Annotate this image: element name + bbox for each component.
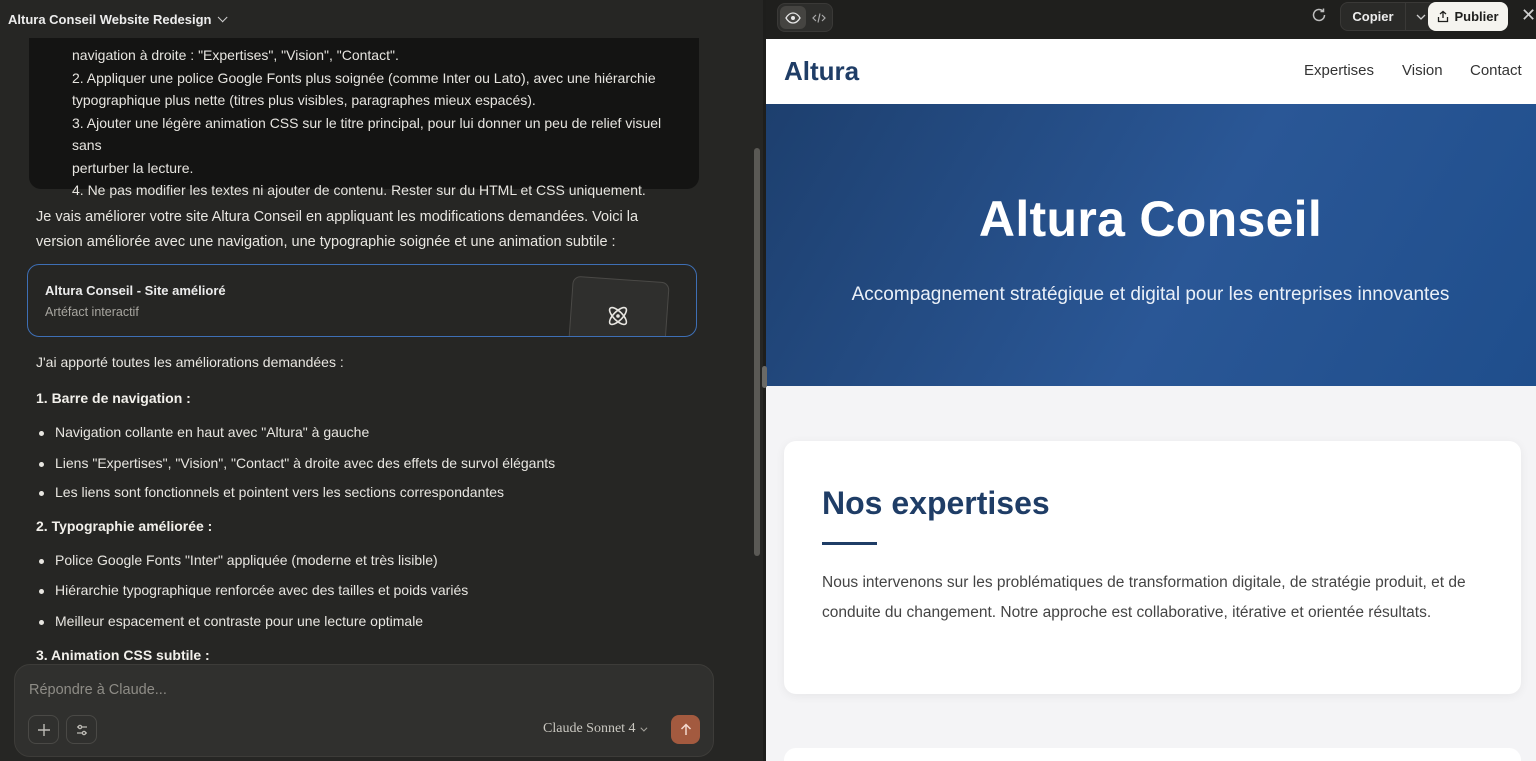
publish-button[interactable]: Publier — [1428, 2, 1508, 31]
list-item: Les liens sont fonctionnels et pointent … — [36, 484, 504, 500]
artifact-preview: Altura Expertises Vision Contact Altura … — [765, 0, 1536, 761]
chat-panel: navigation à droite : "Expertises", "Vis… — [0, 0, 765, 761]
close-icon[interactable]: ✕ — [1521, 6, 1536, 24]
nav-link-contact[interactable]: Contact — [1470, 62, 1522, 79]
site-navbar: Altura Expertises Vision Contact — [765, 39, 1536, 104]
artifact-title: Altura Conseil - Site amélioré — [45, 283, 226, 298]
send-button[interactable] — [671, 715, 700, 744]
code-icon — [812, 12, 826, 23]
user-message-line: perturber la lecture. — [72, 159, 194, 176]
user-message-line: typographique plus nette (titres plus vi… — [72, 92, 536, 108]
artifact-subtitle: Artéfact interactif — [45, 305, 139, 319]
reply-intro: J'ai apporté toutes les améliorations de… — [36, 354, 344, 370]
chevron-down-icon[interactable] — [218, 11, 229, 22]
list-item: Liens "Expertises", "Vision", "Contact" … — [36, 455, 555, 471]
nav-link-expertises[interactable]: Expertises — [1304, 62, 1374, 79]
user-message-line: 4. Ne pas modifier les textes ni ajouter… — [72, 182, 646, 198]
add-button[interactable] — [28, 715, 59, 744]
user-message-line: 2. Appliquer une police Google Fonts plu… — [72, 69, 656, 86]
atom-icon — [608, 306, 628, 326]
reply-heading-navigation: 1. Barre de navigation : — [36, 390, 191, 406]
section-text: Nous intervenons sur les problématiques … — [822, 574, 1466, 621]
hero-section: Altura Conseil Accompagnement stratégiqu… — [765, 104, 1536, 386]
user-message-line: navigation à droite : "Expertises", "Vis… — [72, 47, 399, 63]
arrow-up-icon — [680, 723, 691, 735]
sliders-icon — [76, 724, 87, 735]
list-item: Hiérarchie typographique renforcée avec … — [36, 582, 468, 598]
view-toggle — [777, 3, 833, 32]
reply-input[interactable] — [29, 679, 629, 701]
hero-subtitle: Accompagnement stratégique et digital po… — [851, 284, 1450, 305]
list-item: Police Google Fonts "Inter" appliquée (m… — [36, 552, 438, 568]
section-title: Nos expertises — [822, 485, 1050, 521]
copy-group: Copier — [1340, 2, 1436, 31]
refresh-icon[interactable] — [1310, 6, 1328, 24]
user-message-line: 3. Ajouter une légère animation CSS sur … — [72, 114, 662, 154]
model-name: Claude Sonnet 4 — [543, 721, 636, 736]
list-item: Navigation collante en haut avec "Altura… — [36, 424, 369, 440]
hero-title: Altura Conseil — [978, 191, 1323, 247]
assistant-intro-text: Je vais améliorer votre site Altura Cons… — [36, 209, 639, 250]
preview-tab[interactable] — [780, 6, 806, 29]
publish-label: Publier — [1454, 9, 1499, 24]
tools-button[interactable] — [66, 715, 97, 744]
share-icon — [1438, 10, 1449, 23]
message-composer: Claude Sonnet 4 — [14, 664, 714, 757]
title-underline — [822, 542, 877, 545]
next-section-card — [784, 748, 1521, 761]
conversation-title[interactable]: Altura Conseil Website Redesign — [8, 12, 211, 27]
list-item: Meilleur espacement et contraste pour un… — [36, 613, 423, 629]
site-logo[interactable]: Altura — [784, 56, 859, 87]
chevron-down-icon — [639, 724, 647, 732]
conversation-header: Altura Conseil Website Redesign — [0, 0, 765, 38]
artifact-toolbar: Copier Publier ✕ — [765, 0, 1536, 39]
nav-link-vision[interactable]: Vision — [1402, 62, 1443, 79]
reply-heading-typography: 2. Typographie améliorée : — [36, 518, 213, 534]
user-message: navigation à droite : "Expertises", "Vis… — [29, 18, 699, 198]
artifact-card[interactable]: Altura Conseil - Site amélioré Artéfact … — [27, 264, 697, 337]
chevron-down-icon — [1416, 14, 1425, 20]
chat-scrollbar[interactable] — [754, 148, 760, 556]
eye-icon — [785, 11, 801, 24]
code-tab[interactable] — [807, 6, 831, 29]
expertises-card: Nos expertises Nous intervenons sur les … — [784, 441, 1521, 694]
plus-icon — [37, 723, 50, 736]
model-selector[interactable]: Claude Sonnet 4 — [543, 721, 647, 737]
resize-handle[interactable] — [762, 366, 767, 388]
copy-button[interactable]: Copier — [1341, 3, 1405, 30]
